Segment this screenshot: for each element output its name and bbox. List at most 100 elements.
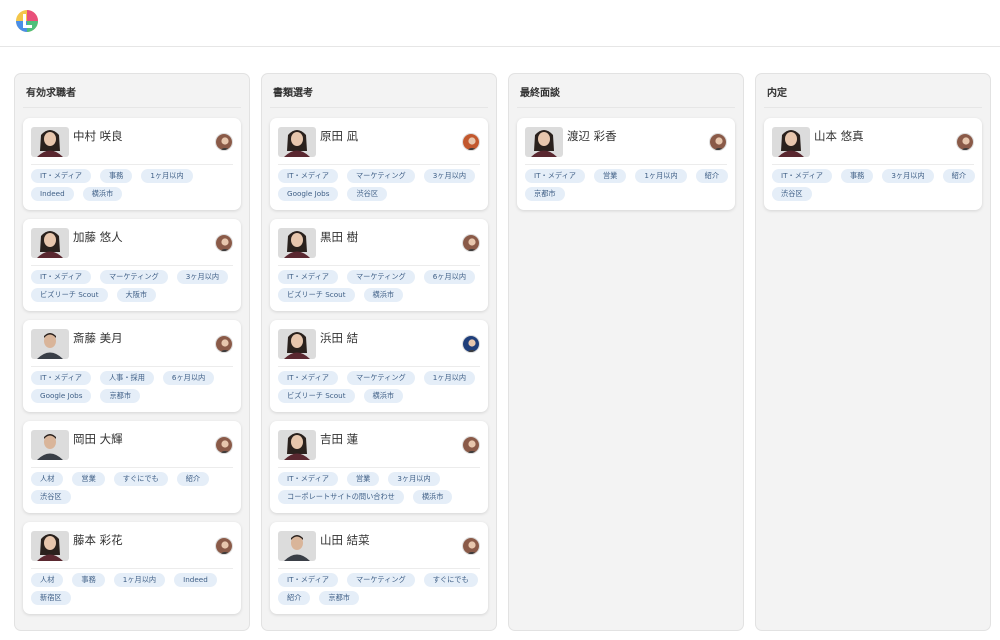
column-title: 書類選考 bbox=[273, 88, 313, 99]
column-offer: 内定 山本 悠真 IT・メディア 事務 3ヶ月以内 紹介 渋谷区 bbox=[755, 73, 991, 631]
card-divider bbox=[525, 164, 727, 165]
candidate-card[interactable]: 中村 咲良 IT・メディア 事務 1ヶ月以内 Indeed 横浜市 bbox=[23, 118, 241, 210]
tag-chip: 渋谷区 bbox=[772, 187, 812, 201]
candidate-name[interactable]: 渡辺 彩香 bbox=[567, 128, 617, 144]
candidate-name[interactable]: 黒田 樹 bbox=[320, 229, 358, 245]
assignee-avatar-icon[interactable] bbox=[956, 133, 974, 151]
column-divider bbox=[764, 107, 982, 108]
assignee-avatar-icon[interactable] bbox=[215, 436, 233, 454]
tag-chip: 3ヶ月以内 bbox=[423, 169, 476, 183]
tag-list: IT・メディア 営業 3ヶ月以内 コーポレートサイトの問い合わせ 横浜市 bbox=[278, 472, 482, 504]
tag-chip: 1ヶ月以内 bbox=[635, 169, 687, 183]
tag-chip: IT・メディア bbox=[278, 573, 338, 587]
tag-chip: IT・メディア bbox=[278, 270, 338, 284]
tag-chip: 横浜市 bbox=[82, 187, 123, 201]
assignee-avatar-icon[interactable] bbox=[215, 133, 233, 151]
tag-chip: 紹介 bbox=[278, 591, 311, 605]
tag-chip: 3ヶ月以内 bbox=[882, 169, 934, 183]
tag-chip: 1ヶ月以内 bbox=[113, 573, 166, 587]
tag-chip: 3ヶ月以内 bbox=[388, 472, 440, 486]
card-divider bbox=[278, 164, 480, 165]
card-divider bbox=[31, 366, 233, 367]
tag-chip: 1ヶ月以内 bbox=[423, 371, 476, 385]
assignee-avatar-icon[interactable] bbox=[215, 335, 233, 353]
tag-chip: IT・メディア bbox=[31, 371, 91, 385]
tag-chip: マーケティング bbox=[346, 371, 415, 385]
candidate-name[interactable]: 岡田 大輝 bbox=[73, 431, 123, 447]
tag-chip: 横浜市 bbox=[363, 288, 404, 302]
tag-chip: Google Jobs bbox=[278, 187, 339, 201]
card-divider bbox=[31, 265, 233, 266]
kanban-board: 有効求職者 中村 咲良 IT・メディア 事務 1ヶ月以内 Indeed 横浜市 加藤 悠人 I… bbox=[0, 73, 1000, 633]
tag-list: IT・メディア 事務 3ヶ月以内 紹介 渋谷区 bbox=[772, 169, 976, 201]
tag-chip: 事務 bbox=[72, 573, 105, 587]
column-document-screening: 書類選考 原田 凪 IT・メディア マーケティング 3ヶ月以内 Google Jobs 渋… bbox=[261, 73, 497, 631]
tag-list: IT・メディア マーケティング 6ヶ月以内 ビズリーチ Scout 横浜市 bbox=[278, 270, 482, 302]
tag-chip: 営業 bbox=[593, 169, 627, 183]
tag-chip: 6ヶ月以内 bbox=[162, 371, 215, 385]
candidate-name[interactable]: 吉田 蓮 bbox=[320, 431, 358, 447]
candidate-name[interactable]: 原田 凪 bbox=[320, 128, 358, 144]
tag-chip: Indeed bbox=[174, 573, 217, 587]
candidate-name[interactable]: 中村 咲良 bbox=[73, 128, 123, 144]
tag-chip: 渋谷区 bbox=[31, 490, 71, 504]
candidate-card[interactable]: 黒田 樹 IT・メディア マーケティング 6ヶ月以内 ビズリーチ Scout 横浜市 bbox=[270, 219, 488, 311]
tag-chip: マーケティング bbox=[346, 573, 415, 587]
tag-list: IT・メディア 営業 1ヶ月以内 紹介 京都市 bbox=[525, 169, 729, 201]
assignee-avatar-icon[interactable] bbox=[462, 335, 480, 353]
candidate-card[interactable]: 渡辺 彩香 IT・メディア 営業 1ヶ月以内 紹介 京都市 bbox=[517, 118, 735, 210]
tag-list: IT・メディア マーケティング 1ヶ月以内 ビズリーチ Scout 横浜市 bbox=[278, 371, 482, 403]
candidate-card[interactable]: 岡田 大輝 人材 営業 すぐにでも 紹介 渋谷区 bbox=[23, 421, 241, 513]
candidate-name[interactable]: 山本 悠真 bbox=[814, 128, 864, 144]
candidate-card[interactable]: 加藤 悠人 IT・メディア マーケティング 3ヶ月以内 ビズリーチ Scout 大阪市 bbox=[23, 219, 241, 311]
candidate-name[interactable]: 山田 結菜 bbox=[320, 532, 370, 548]
card-divider bbox=[31, 568, 233, 569]
candidate-name[interactable]: 浜田 結 bbox=[320, 330, 358, 346]
top-bar bbox=[0, 0, 1000, 47]
candidate-card[interactable]: 山田 結菜 IT・メディア マーケティング すぐにでも 紹介 京都市 bbox=[270, 522, 488, 614]
tag-chip: 大阪市 bbox=[116, 288, 157, 302]
assignee-avatar-icon[interactable] bbox=[462, 436, 480, 454]
candidate-photo bbox=[278, 127, 316, 157]
tag-chip: マーケティング bbox=[346, 270, 415, 284]
tag-chip: ビズリーチ Scout bbox=[31, 288, 108, 302]
tag-chip: 京都市 bbox=[525, 187, 565, 201]
candidate-name[interactable]: 斎藤 美月 bbox=[73, 330, 123, 346]
tag-chip: 京都市 bbox=[100, 389, 141, 403]
candidate-photo bbox=[31, 127, 69, 157]
assignee-avatar-icon[interactable] bbox=[215, 537, 233, 555]
candidate-name[interactable]: 藤本 彩花 bbox=[73, 532, 123, 548]
column-divider bbox=[23, 107, 241, 108]
candidate-card[interactable]: 原田 凪 IT・メディア マーケティング 3ヶ月以内 Google Jobs 渋谷区 bbox=[270, 118, 488, 210]
candidate-card[interactable]: 斎藤 美月 IT・メディア 人事・採用 6ヶ月以内 Google Jobs 京都市 bbox=[23, 320, 241, 412]
tag-chip: すぐにでも bbox=[113, 472, 168, 486]
column-title: 内定 bbox=[767, 88, 787, 99]
tag-chip: 営業 bbox=[346, 472, 380, 486]
card-divider bbox=[772, 164, 974, 165]
tag-chip: コーポレートサイトの問い合わせ bbox=[278, 490, 404, 504]
tag-chip: IT・メディア bbox=[278, 371, 338, 385]
assignee-avatar-icon[interactable] bbox=[462, 234, 480, 252]
tag-chip: IT・メディア bbox=[772, 169, 832, 183]
tag-chip: IT・メディア bbox=[525, 169, 585, 183]
candidate-card[interactable]: 藤本 彩花 人材 事務 1ヶ月以内 Indeed 新宿区 bbox=[23, 522, 241, 614]
tag-chip: 6ヶ月以内 bbox=[423, 270, 476, 284]
tag-chip: 新宿区 bbox=[31, 591, 71, 605]
card-divider bbox=[278, 265, 480, 266]
candidate-photo bbox=[278, 329, 316, 359]
assignee-avatar-icon[interactable] bbox=[709, 133, 727, 151]
candidate-photo bbox=[31, 228, 69, 258]
candidate-photo bbox=[278, 531, 316, 561]
multicolor-l-logo-icon[interactable] bbox=[15, 8, 39, 34]
assignee-avatar-icon[interactable] bbox=[462, 133, 480, 151]
column-divider bbox=[270, 107, 488, 108]
assignee-avatar-icon[interactable] bbox=[215, 234, 233, 252]
tag-chip: ビズリーチ Scout bbox=[278, 389, 355, 403]
candidate-name[interactable]: 加藤 悠人 bbox=[73, 229, 123, 245]
candidate-card[interactable]: 吉田 蓮 IT・メディア 営業 3ヶ月以内 コーポレートサイトの問い合わせ 横浜市 bbox=[270, 421, 488, 513]
assignee-avatar-icon[interactable] bbox=[462, 537, 480, 555]
card-divider bbox=[31, 467, 233, 468]
candidate-card[interactable]: 浜田 結 IT・メディア マーケティング 1ヶ月以内 ビズリーチ Scout 横浜市 bbox=[270, 320, 488, 412]
tag-chip: マーケティング bbox=[99, 270, 168, 284]
candidate-card[interactable]: 山本 悠真 IT・メディア 事務 3ヶ月以内 紹介 渋谷区 bbox=[764, 118, 982, 210]
